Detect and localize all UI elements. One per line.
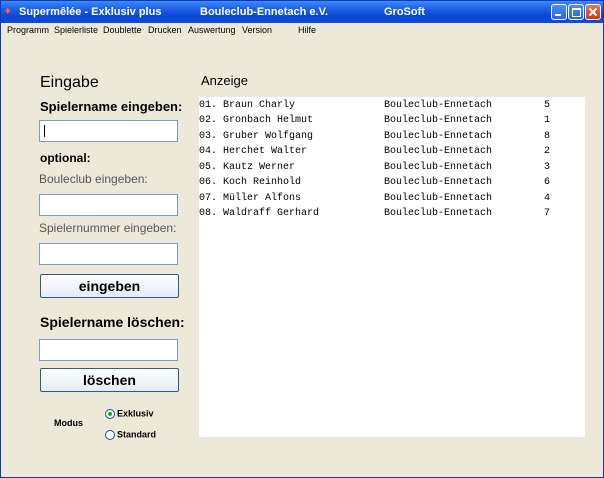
mode-label: Modus xyxy=(54,418,83,428)
player-number: 8 xyxy=(544,131,551,142)
list-item[interactable]: 05. Kautz Werner Bouleclub-Ennetach 3 xyxy=(199,162,585,177)
player-entry: 02. Gronbach Helmut xyxy=(199,115,314,126)
window-club-title: Bouleclub-Ennetach e.V. xyxy=(200,6,328,18)
list-item[interactable]: 06. Koch Reinhold Bouleclub-Ennetach 6 xyxy=(199,177,585,192)
player-number: 6 xyxy=(544,177,551,188)
player-entry: 08. Waldraff Gerhard xyxy=(199,208,320,219)
display-heading: Anzeige xyxy=(201,73,248,88)
mode-option-label: Standard xyxy=(117,429,157,440)
window-vendor-title: GroSoft xyxy=(384,6,425,18)
player-club: Bouleclub-Ennetach xyxy=(384,193,493,204)
menu-hilfe[interactable]: Hilfe xyxy=(298,25,316,35)
player-club: Bouleclub-Ennetach xyxy=(384,146,493,157)
app-window: ♦ Supermêlée - Exklusiv plus Bouleclub-E… xyxy=(0,0,604,478)
player-entry: 05. Kautz Werner xyxy=(199,162,296,173)
menu-doublette[interactable]: Doublette xyxy=(103,25,142,35)
player-entry: 03. Gruber Wolfgang xyxy=(199,131,314,142)
menu-version[interactable]: Version xyxy=(242,25,272,35)
player-entry: 01. Braun Charly xyxy=(199,100,296,111)
mode-option-exklusiv[interactable]: Exklusiv xyxy=(105,408,154,419)
list-item[interactable]: 07. Müller Alfons Bouleclub-Ennetach 4 xyxy=(199,193,585,208)
submit-button[interactable]: eingeben xyxy=(40,274,179,298)
optional-label: optional: xyxy=(40,151,91,165)
list-item[interactable]: 03. Gruber Wolfgang Bouleclub-Ennetach 8 xyxy=(199,131,585,146)
mode-option-label: Exklusiv xyxy=(117,408,154,419)
player-name-label: Spielername eingeben: xyxy=(40,99,183,114)
player-club: Bouleclub-Ennetach xyxy=(384,177,493,188)
player-name-input[interactable] xyxy=(39,120,178,142)
radio-unselected-icon[interactable] xyxy=(105,429,115,440)
app-icon: ♦ xyxy=(5,5,11,17)
delete-name-input[interactable] xyxy=(39,339,178,361)
maximize-button[interactable] xyxy=(568,4,584,20)
input-heading: Eingabe xyxy=(40,74,99,91)
player-list[interactable]: 01. Braun Charly Bouleclub-Ennetach 5 02… xyxy=(199,97,585,437)
menu-programm[interactable]: Programm xyxy=(7,25,49,35)
title-bar: ♦ Supermêlée - Exklusiv plus Bouleclub-E… xyxy=(1,1,603,23)
player-club: Bouleclub-Ennetach xyxy=(384,115,493,126)
player-number: 4 xyxy=(544,193,551,204)
player-entry: 06. Koch Reinhold xyxy=(199,177,302,188)
delete-button[interactable]: löschen xyxy=(40,368,179,392)
player-club: Bouleclub-Ennetach xyxy=(384,100,493,111)
window-title: Supermêlée - Exklusiv plus xyxy=(19,6,162,18)
list-item[interactable]: 04. Herchet Walter Bouleclub-Ennetach 2 xyxy=(199,146,585,161)
player-number: 1 xyxy=(544,115,551,126)
player-number-input[interactable] xyxy=(39,243,178,265)
text-cursor xyxy=(44,125,45,137)
player-club: Bouleclub-Ennetach xyxy=(384,162,493,173)
menu-spielerliste[interactable]: Spielerliste xyxy=(54,25,98,35)
menu-auswertung[interactable]: Auswertung xyxy=(188,25,236,35)
menu-drucken[interactable]: Drucken xyxy=(148,25,182,35)
player-number-label: Spielernummer eingeben: xyxy=(39,221,177,235)
player-club: Bouleclub-Ennetach xyxy=(384,131,493,142)
close-button[interactable] xyxy=(585,4,601,20)
player-entry: 04. Herchet Walter xyxy=(199,146,308,157)
delete-heading: Spielername löschen: xyxy=(40,314,185,330)
minimize-button[interactable] xyxy=(551,4,567,20)
player-number: 2 xyxy=(544,146,551,157)
player-number: 3 xyxy=(544,162,551,173)
player-number: 5 xyxy=(544,100,551,111)
list-item[interactable]: 08. Waldraff Gerhard Bouleclub-Ennetach … xyxy=(199,208,585,223)
radio-selected-icon[interactable] xyxy=(105,408,115,419)
player-number: 7 xyxy=(544,208,551,219)
menu-bar: Programm Spielerliste Doublette Drucken … xyxy=(1,23,603,38)
club-input[interactable] xyxy=(39,194,178,216)
list-item[interactable]: 01. Braun Charly Bouleclub-Ennetach 5 xyxy=(199,100,585,115)
player-entry: 07. Müller Alfons xyxy=(199,193,302,204)
player-club: Bouleclub-Ennetach xyxy=(384,208,493,219)
club-label: Bouleclub eingeben: xyxy=(39,172,148,186)
list-item[interactable]: 02. Gronbach Helmut Bouleclub-Ennetach 1 xyxy=(199,115,585,130)
mode-option-standard[interactable]: Standard xyxy=(105,429,156,440)
